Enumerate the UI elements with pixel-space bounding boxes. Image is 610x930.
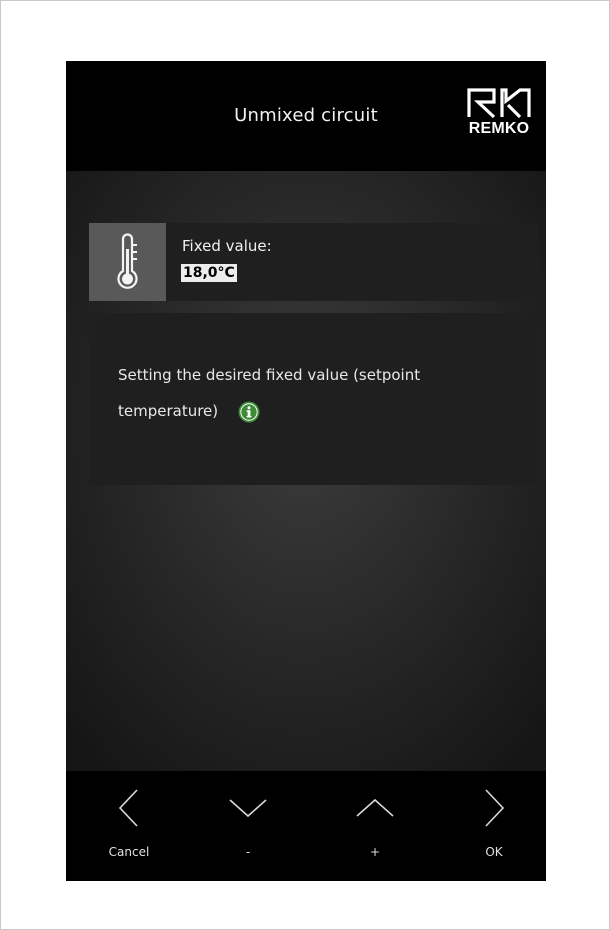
plus-button[interactable]: +: [325, 771, 425, 881]
ok-button[interactable]: OK: [444, 771, 544, 881]
remko-logo: REMKO: [466, 87, 532, 143]
description-text: Setting the desired fixed value (setpoin…: [118, 366, 421, 420]
chevron-left-icon: [118, 789, 138, 827]
fixed-value-label: Fixed value:: [182, 237, 272, 255]
thermometer-icon: [117, 233, 138, 289]
description-panel: Setting the desired fixed value (setpoin…: [89, 313, 539, 485]
chevron-down-icon: [229, 799, 267, 818]
chevron-right-icon: [485, 789, 505, 827]
minus-button[interactable]: -: [198, 771, 298, 881]
logo-mark-icon: [467, 88, 531, 119]
description-block: Setting the desired fixed value (setpoin…: [118, 357, 518, 429]
minus-label: -: [245, 845, 251, 859]
fixed-value-row[interactable]: Fixed value: 18,0°C: [89, 223, 539, 301]
footer-nav: Cancel - + OK: [66, 771, 546, 881]
header-bar: Unmixed circuit REMKO: [66, 61, 546, 171]
logo-wordmark: REMKO: [468, 120, 530, 137]
info-icon[interactable]: [238, 401, 260, 423]
cancel-label: Cancel: [108, 845, 150, 859]
cancel-button[interactable]: Cancel: [79, 771, 179, 881]
fixed-value-field[interactable]: 18,0°C: [181, 264, 237, 282]
thermometer-icon-box: [89, 223, 166, 301]
page-frame: Unmixed circuit REMKO Fixed value: 18,0°…: [0, 0, 610, 930]
ok-label: OK: [485, 845, 503, 859]
plus-label: +: [369, 845, 381, 859]
controller-screen: Unmixed circuit REMKO Fixed value: 18,0°…: [66, 61, 546, 881]
chevron-up-icon: [356, 798, 394, 817]
